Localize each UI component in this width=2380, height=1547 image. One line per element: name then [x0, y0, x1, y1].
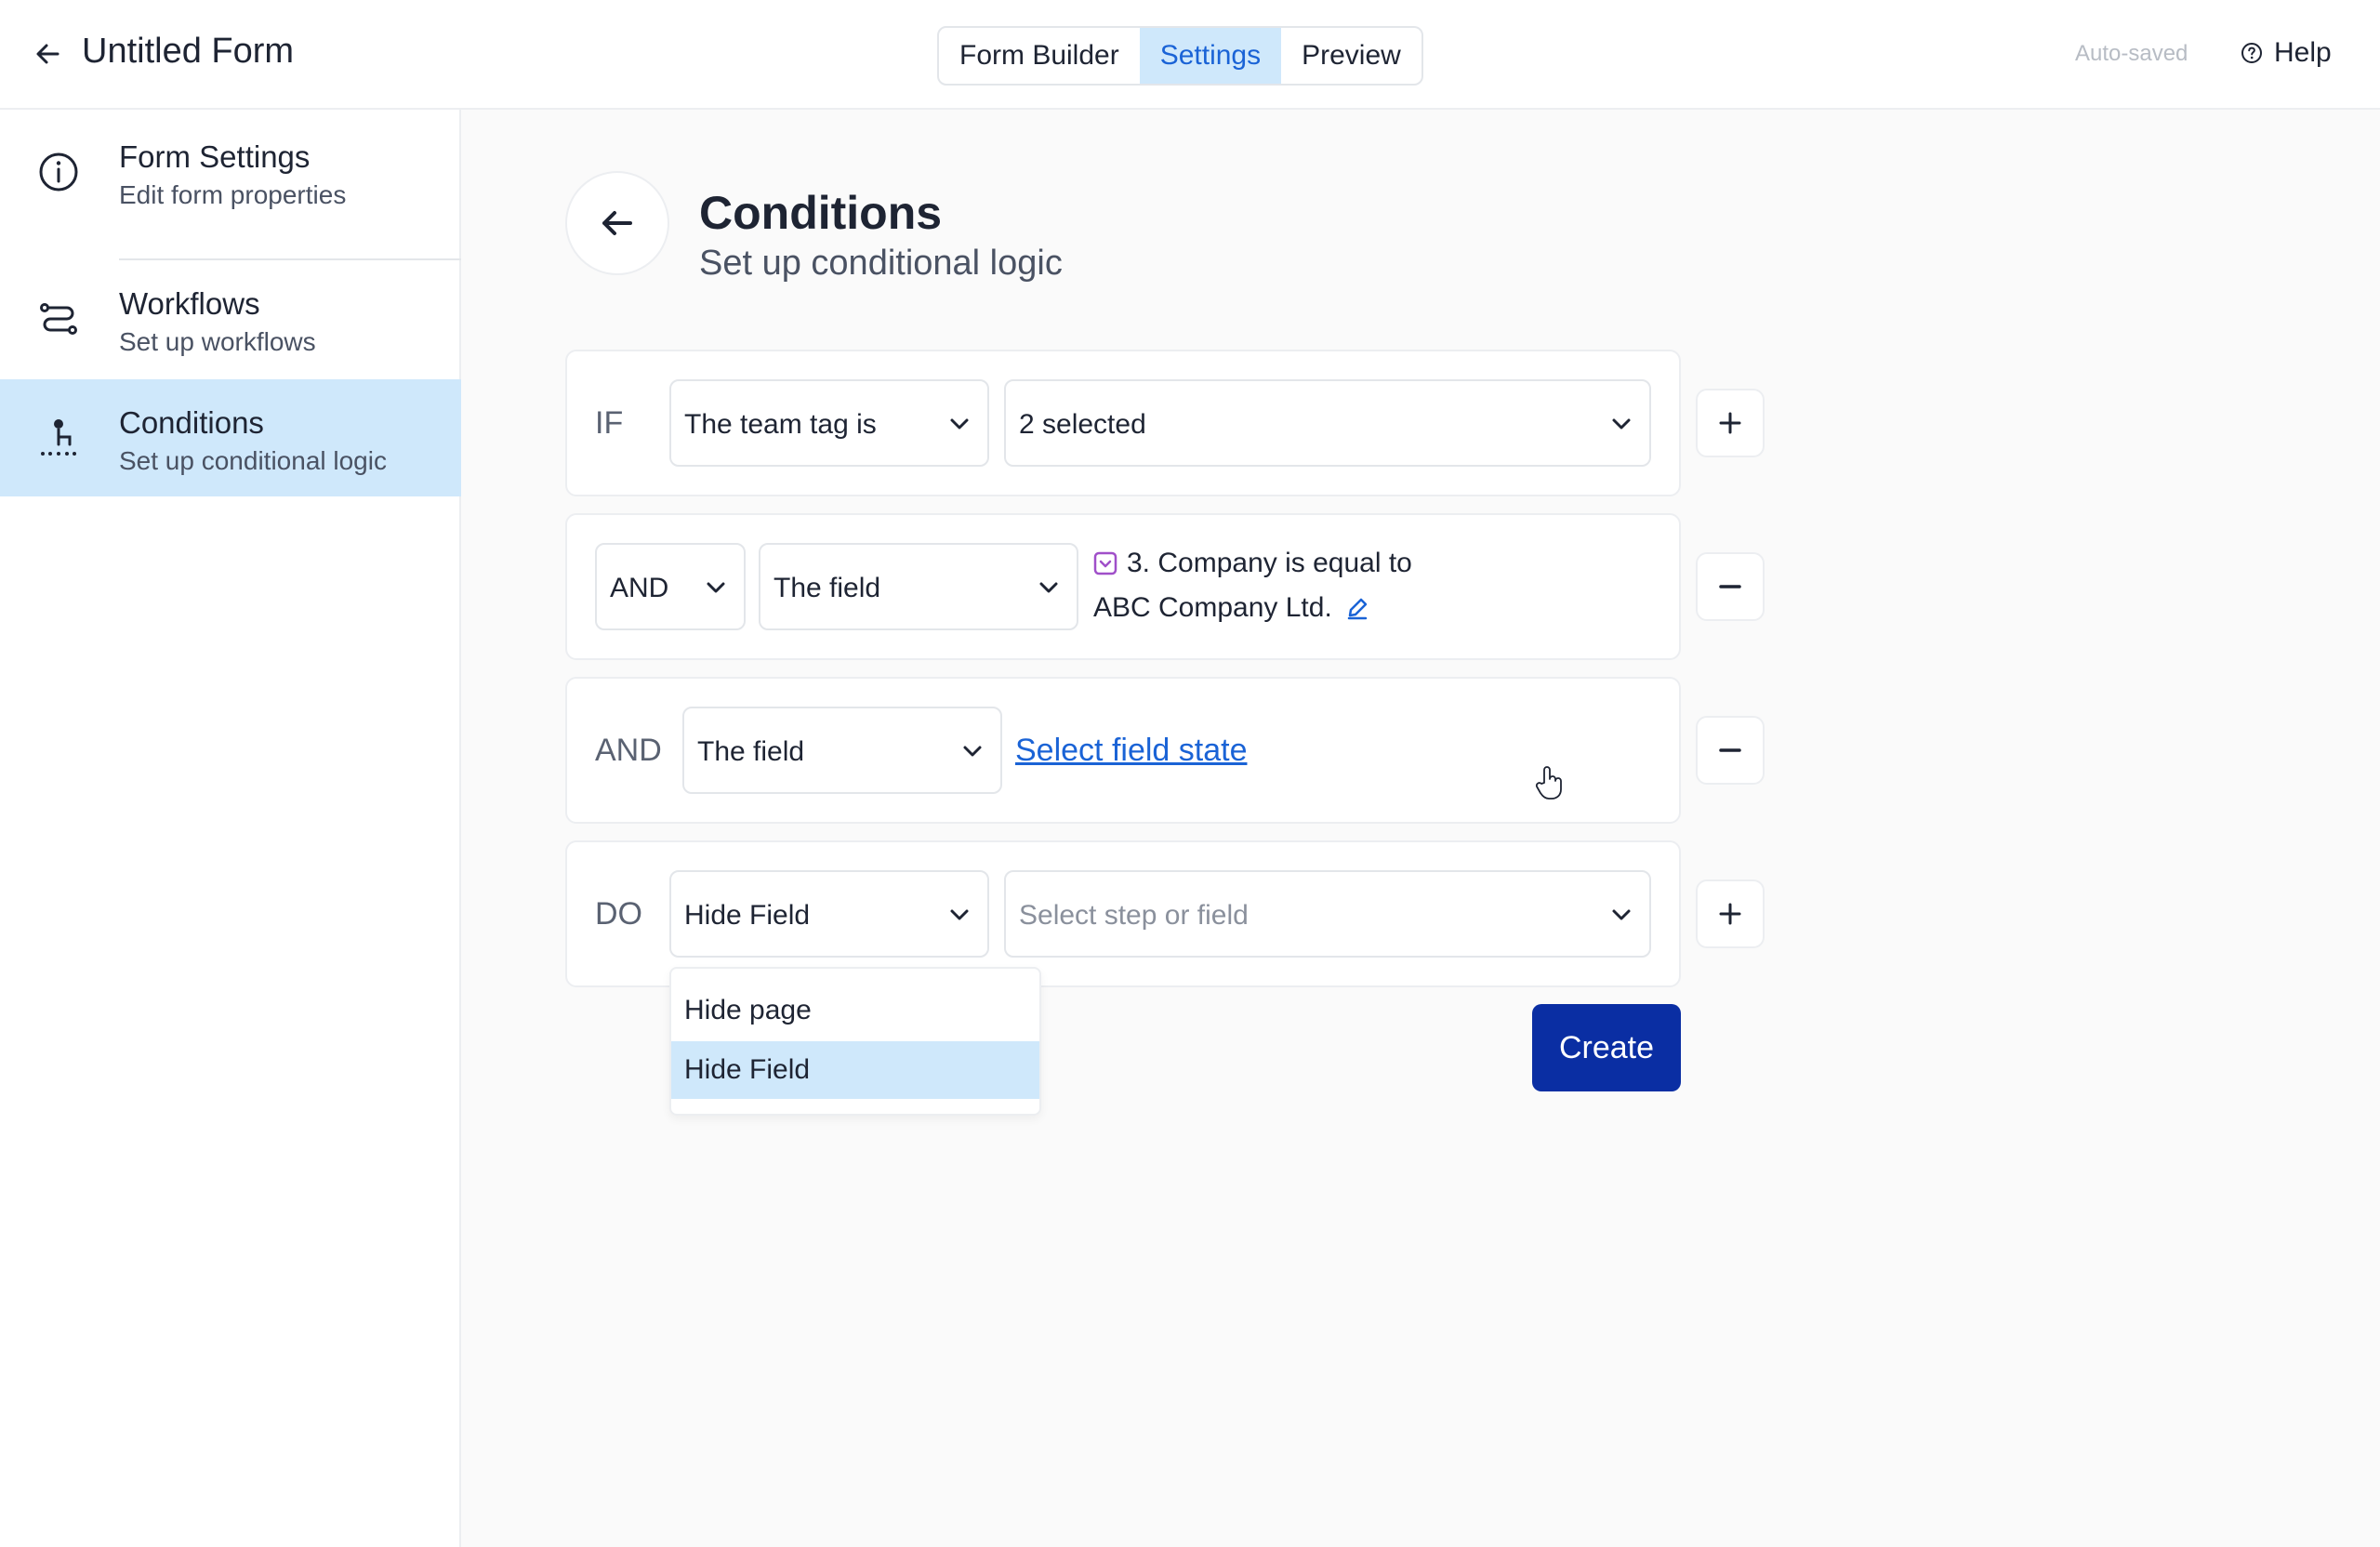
page-title: Conditions [699, 187, 943, 239]
workflow-icon [40, 303, 77, 335]
select-value: 2 selected [1019, 409, 1146, 440]
dropdown-option-hide-page[interactable]: Hide page [671, 982, 1039, 1039]
tab-settings[interactable]: Settings [1139, 28, 1282, 84]
condition-if-row: IF The team tag is 2 selected [565, 350, 1681, 496]
if-value-select[interactable]: 2 selected [1004, 379, 1651, 467]
sidebar-item-label: Conditions [119, 405, 264, 440]
add-action-button[interactable] [1696, 879, 1765, 948]
chevron-down-icon [1612, 418, 1631, 430]
minus-icon [1719, 748, 1741, 752]
select-value: The field [697, 736, 805, 767]
remove-condition-button[interactable] [1696, 716, 1765, 785]
action-dropdown-menu: Hide page Hide Field [669, 967, 1041, 1116]
and-subject-select[interactable]: The field [759, 543, 1078, 630]
and-keyword: AND [595, 733, 662, 768]
select-value: Hide Field [684, 900, 811, 931]
if-subject-select[interactable]: The team tag is [669, 379, 989, 467]
settings-sidebar: Form Settings Edit form properties Workf… [0, 110, 461, 1547]
condition-summary-line2: ABC Company Ltd. [1093, 586, 1412, 630]
back-button[interactable] [565, 171, 669, 275]
conditions-icon [41, 419, 76, 456]
chevron-down-icon [950, 418, 969, 430]
chevron-down-icon [963, 746, 982, 757]
condition-summary-line1: 3. Company is equal to [1093, 541, 1412, 586]
tab-preview[interactable]: Preview [1281, 28, 1421, 84]
remove-condition-button[interactable] [1696, 552, 1765, 621]
create-button[interactable]: Create [1532, 1004, 1681, 1091]
minus-icon [1719, 585, 1741, 588]
help-button[interactable]: Help [2241, 37, 2332, 69]
if-keyword: IF [595, 405, 624, 441]
select-value: AND [610, 573, 669, 603]
sidebar-item-sub: Edit form properties [119, 180, 347, 209]
and-operator-select[interactable]: AND [595, 543, 746, 630]
select-value: The team tag is [684, 409, 877, 440]
top-bar: Untitled Form Form Builder Settings Prev… [0, 0, 2380, 110]
sidebar-item-label: Workflows [119, 286, 260, 321]
add-condition-button[interactable] [1696, 389, 1765, 457]
help-label: Help [2274, 37, 2332, 68]
back-arrow-icon[interactable] [33, 37, 63, 71]
select-placeholder: Select step or field [1019, 900, 1249, 931]
dropdown-option-hide-field[interactable]: Hide Field [671, 1041, 1039, 1099]
action-select[interactable]: Hide Field [669, 870, 989, 958]
do-keyword: DO [595, 896, 642, 932]
plus-icon [1719, 903, 1741, 925]
edit-pencil-icon[interactable] [1345, 596, 1369, 620]
condition-text-line1: 3. Company is equal to [1127, 548, 1412, 578]
sidebar-item-conditions[interactable]: Conditions Set up conditional logic [0, 379, 461, 496]
condition-text-line2: ABC Company Ltd. [1093, 592, 1332, 623]
arrow-left-icon [602, 211, 632, 235]
autosave-status: Auto-saved [2075, 41, 2188, 66]
hand-pointer-cursor-icon [1535, 766, 1562, 800]
sidebar-item-workflows[interactable]: Workflows Set up workflows [0, 260, 461, 377]
chevron-down-icon [1039, 582, 1058, 593]
condition-summary: 3. Company is equal to ABC Company Ltd. [1093, 541, 1412, 630]
dropdown-field-icon [1093, 551, 1117, 575]
page-subtitle: Set up conditional logic [699, 244, 1063, 283]
select-field-state-link[interactable]: Select field state [1015, 733, 1247, 769]
chevron-down-icon [950, 909, 969, 920]
chevron-down-icon [1612, 909, 1631, 920]
main-tabs: Form Builder Settings Preview [937, 26, 1423, 86]
select-value: The field [774, 573, 881, 603]
info-icon [39, 152, 78, 192]
plus-icon [1719, 412, 1741, 434]
action-do-row: DO Hide Field Select step or field [565, 840, 1681, 987]
form-title[interactable]: Untitled Form [82, 32, 294, 72]
help-icon [2241, 43, 2262, 63]
tab-form-builder[interactable]: Form Builder [939, 28, 1140, 84]
chevron-down-icon [707, 582, 725, 593]
target-select[interactable]: Select step or field [1004, 870, 1651, 958]
sidebar-item-label: Form Settings [119, 139, 311, 174]
sidebar-item-sub: Set up workflows [119, 327, 316, 356]
sidebar-item-sub: Set up conditional logic [119, 446, 387, 475]
and-field-select[interactable]: The field [682, 707, 1002, 794]
sidebar-item-form-settings[interactable]: Form Settings Edit form properties [0, 113, 461, 231]
